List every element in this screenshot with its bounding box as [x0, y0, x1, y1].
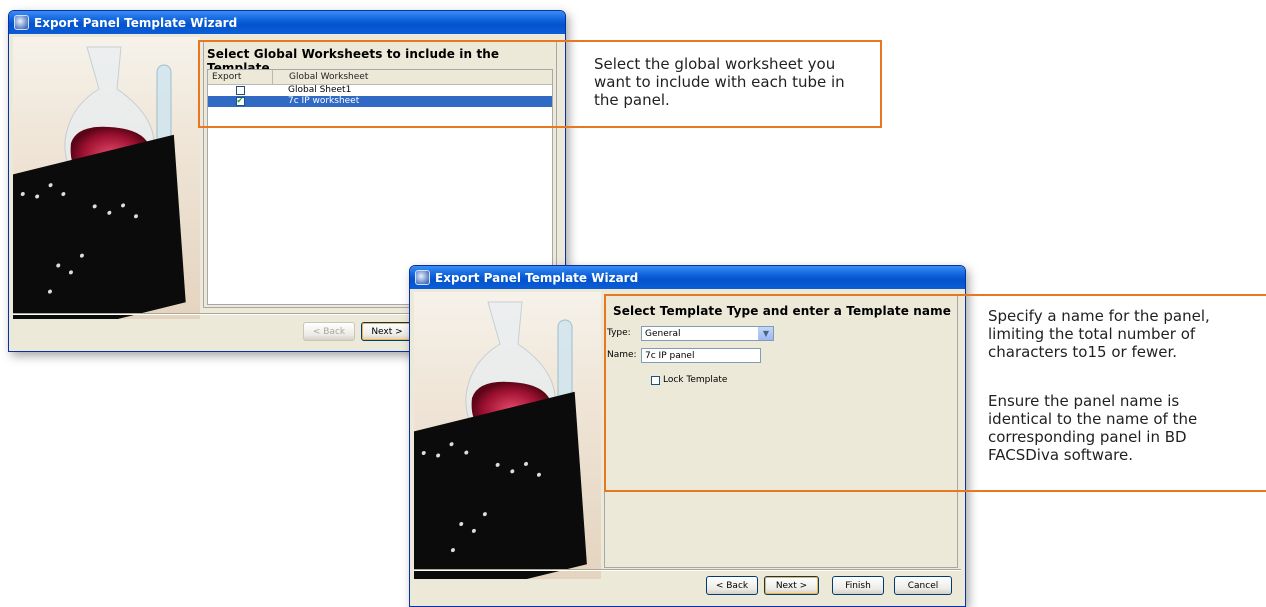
callout-text-2b: Ensure the panel name is identical to th…	[988, 392, 1198, 464]
next-button[interactable]: Next >	[764, 576, 819, 595]
next-button[interactable]: Next >	[361, 322, 413, 341]
scatter-plot-illustration	[13, 134, 186, 319]
title-bar[interactable]: Export Panel Template Wizard	[410, 266, 965, 289]
scatter-plot-illustration	[414, 391, 587, 579]
back-button[interactable]: < Back	[706, 576, 758, 595]
app-icon	[14, 15, 29, 30]
title-bar[interactable]: Export Panel Template Wizard	[9, 11, 565, 34]
button-separator	[414, 569, 961, 571]
window-title: Export Panel Template Wizard	[435, 270, 639, 285]
back-button[interactable]: < Back	[303, 322, 355, 341]
finish-button[interactable]: Finish	[832, 576, 884, 595]
wizard-illustration	[13, 37, 200, 319]
callout-text-1: Select the global worksheet you want to …	[594, 55, 845, 109]
app-icon	[415, 270, 430, 285]
window-title: Export Panel Template Wizard	[34, 15, 238, 30]
callout-text-2a: Specify a name for the panel, limiting t…	[988, 307, 1210, 361]
cancel-button[interactable]: Cancel	[894, 576, 952, 595]
wizard-illustration	[414, 292, 601, 579]
